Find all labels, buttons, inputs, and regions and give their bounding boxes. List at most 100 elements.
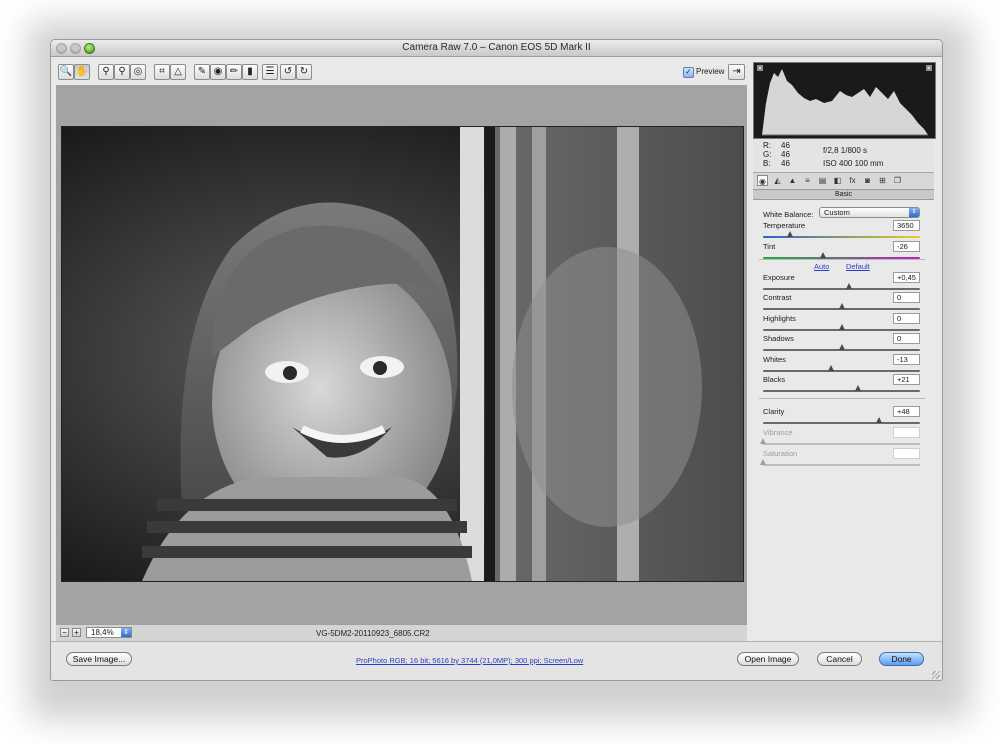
contrast-value-field[interactable]: 0 — [893, 292, 920, 303]
contrast-label: Contrast — [763, 293, 792, 302]
window-title: Camera Raw 7.0 – Canon EOS 5D Mark II — [402, 42, 591, 53]
aperture-shutter: f/2,8 1/800 s — [823, 146, 868, 155]
lens-corrections-tab-icon[interactable]: ◧ — [832, 175, 843, 186]
open-image-button[interactable]: Open Image — [737, 652, 799, 666]
whites-slider-thumb[interactable] — [828, 365, 835, 371]
bottom-bar: Save Image... ProPhoto RGB; 16 bit; 5616… — [51, 641, 942, 680]
exposure-slider-thumb[interactable] — [846, 283, 853, 289]
temperature-slider-thumb[interactable] — [786, 231, 793, 237]
r-value: 46 — [781, 141, 790, 150]
temperature-value-field[interactable]: 3650 — [893, 220, 920, 231]
targeted-adjustment-tool[interactable]: ◎ — [130, 64, 146, 80]
graduated-filter-tool[interactable]: ▮ — [242, 64, 258, 80]
rgb-values: 46 46 46 — [781, 141, 790, 168]
clarity-value-field[interactable]: +48 — [893, 406, 920, 417]
detail-tab-icon[interactable]: ▲ — [787, 175, 798, 186]
straighten-tool[interactable]: △ — [170, 64, 186, 80]
contrast-slider-thumb[interactable] — [838, 303, 845, 309]
hand-tool[interactable]: ✋ — [74, 64, 90, 80]
g-label: G: — [763, 150, 772, 159]
zoom-in-button[interactable]: + — [72, 628, 81, 637]
clarity-slider-thumb[interactable] — [876, 417, 883, 423]
save-image-button[interactable]: Save Image... — [66, 652, 132, 666]
exposure-slider[interactable] — [763, 283, 920, 290]
white-balance-select[interactable]: Custom ⇕ — [819, 207, 920, 218]
b-label: B: — [763, 159, 771, 168]
color-sampler-tool[interactable]: ⚲ — [114, 64, 130, 80]
white-balance-label: White Balance: — [763, 210, 814, 219]
shadows-slider[interactable] — [763, 344, 920, 351]
histogram: ▲ ▲ — [753, 62, 936, 139]
contrast-slider[interactable] — [763, 303, 920, 310]
white-balance-tool[interactable]: ⚲ — [98, 64, 114, 80]
rotate-left-tool[interactable]: ↺ — [280, 64, 296, 80]
highlights-slider[interactable] — [763, 324, 920, 331]
panel-title: Basic — [753, 190, 934, 200]
highlights-slider-thumb[interactable] — [838, 324, 845, 330]
zoom-out-button[interactable]: − — [60, 628, 69, 637]
panel-separator — [759, 259, 925, 260]
g-value: 46 — [781, 150, 790, 159]
done-button[interactable]: Done — [879, 652, 924, 666]
split-toning-tab-icon[interactable]: ▤ — [817, 175, 828, 186]
adjustment-brush-tool[interactable]: ✏ — [226, 64, 242, 80]
basic-tab-icon[interactable]: ◉ — [757, 175, 768, 186]
iso-lens: ISO 400 100 mm — [823, 159, 884, 168]
right-panel: ▲ ▲ R: G: B: 46 46 46 f/2,8 1/800 s ISO … — [751, 62, 936, 642]
blacks-slider[interactable] — [763, 385, 920, 392]
hsl-tab-icon[interactable]: ≡ — [802, 175, 813, 186]
snapshots-tab-icon[interactable]: ❐ — [892, 175, 903, 186]
preferences-tool[interactable]: ☰ — [262, 64, 278, 80]
blacks-value-field[interactable]: +21 — [893, 374, 920, 385]
clarity-slider[interactable] — [763, 417, 920, 424]
camera-raw-window: Camera Raw 7.0 – Canon EOS 5D Mark II 🔍 ✋… — [50, 39, 943, 681]
zoom-level-select[interactable]: 18,4% ⇕ — [86, 627, 132, 638]
fullscreen-button[interactable]: ⇥ — [728, 64, 745, 80]
resize-handle[interactable] — [932, 671, 940, 679]
exposure-label: Exposure — [763, 273, 795, 282]
spot-removal-tool[interactable]: ✎ — [194, 64, 210, 80]
photo-preview[interactable] — [61, 126, 744, 582]
temperature-label: Temperature — [763, 221, 806, 230]
whites-label: Whites — [763, 355, 786, 364]
whites-slider[interactable] — [763, 365, 920, 372]
highlights-value-field[interactable]: 0 — [893, 313, 920, 324]
vibrance-value-field — [893, 427, 920, 438]
tone-curve-tab-icon[interactable]: ◭ — [772, 175, 783, 186]
workflow-options-link[interactable]: ProPhoto RGB; 16 bit; 5616 by 3744 (21,0… — [356, 656, 583, 665]
preview-checkbox[interactable]: ✓ — [683, 67, 694, 78]
chevron-updown-icon: ⇕ — [121, 628, 131, 637]
zoom-tool[interactable]: 🔍 — [58, 64, 74, 80]
shadows-slider-thumb[interactable] — [838, 344, 845, 350]
camera-settings: f/2,8 1/800 s ISO 400 100 mm — [823, 144, 883, 170]
tint-value-field[interactable]: -26 — [893, 241, 920, 252]
default-link[interactable]: Default — [846, 262, 870, 271]
highlight-clipping-warning[interactable]: ▲ — [926, 65, 932, 71]
histogram-graph — [762, 69, 928, 136]
saturation-slider — [760, 459, 920, 466]
exposure-value-field[interactable]: +0,45 — [893, 272, 920, 283]
crop-tool[interactable]: ⌗ — [154, 64, 170, 80]
camera-calibration-tab-icon[interactable]: ◙ — [862, 175, 873, 186]
blacks-slider-thumb[interactable] — [854, 385, 861, 391]
clarity-label: Clarity — [763, 407, 785, 416]
rotate-right-tool[interactable]: ↻ — [296, 64, 312, 80]
chevron-updown-icon: ⇕ — [909, 208, 919, 217]
saturation-label: Saturation — [763, 449, 798, 458]
cancel-button[interactable]: Cancel — [817, 652, 862, 666]
tint-slider-thumb[interactable] — [819, 252, 826, 258]
blacks-label: Blacks — [763, 375, 786, 384]
title-bar[interactable]: Camera Raw 7.0 – Canon EOS 5D Mark II — [51, 40, 942, 57]
red-eye-tool[interactable]: ◉ — [210, 64, 226, 80]
canvas-status-bar: − + 18,4% ⇕ VG-5DM2-20110923_6805.CR2 — [56, 624, 747, 642]
auto-link[interactable]: Auto — [814, 262, 829, 271]
vibrance-slider-thumb — [760, 438, 766, 444]
shadows-value-field[interactable]: 0 — [893, 333, 920, 344]
r-label: R: — [763, 141, 771, 150]
presets-tab-icon[interactable]: ⊞ — [877, 175, 888, 186]
shadow-clipping-warning[interactable]: ▲ — [757, 65, 763, 71]
image-canvas[interactable] — [56, 85, 747, 625]
temperature-slider[interactable] — [763, 231, 920, 238]
effects-tab-icon[interactable]: fx — [847, 175, 858, 186]
whites-value-field[interactable]: -13 — [893, 354, 920, 365]
